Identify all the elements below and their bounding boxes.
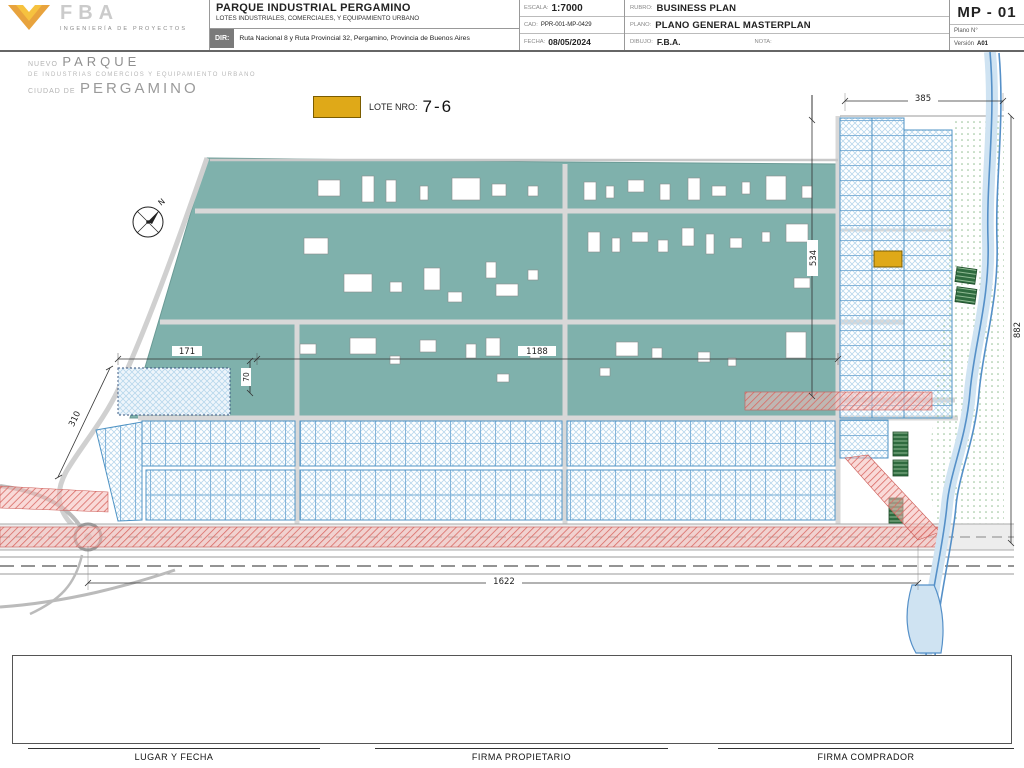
dim-534: 534: [809, 250, 819, 266]
logo-cell: FBA INGENIERÍA DE PROYECTOS: [0, 0, 210, 50]
dim-1188: 1188: [526, 347, 548, 357]
logo-brand: FBA: [60, 2, 120, 24]
sig-firma-comprador: FIRMA COMPRADOR: [718, 748, 1014, 762]
title-block: FBA INGENIERÍA DE PROYECTOS PARQUE INDUS…: [0, 0, 1024, 52]
watermark-parque: PARQUE: [62, 54, 141, 69]
legend: LOTE NRO: 7-6: [313, 96, 453, 118]
plano-value: PLANO GENERAL MASTERPLAN: [655, 19, 811, 31]
project-title: PARQUE INDUSTRIAL PERGAMINO: [216, 2, 411, 14]
dir-label: DIR:: [210, 29, 235, 48]
masterplan-drawing: 1622 385 534 882 171 1188 70 310 N: [0, 51, 1023, 655]
watermark-ciudad-de: CIUDAD DE: [28, 88, 76, 95]
rubro-label: RUBRO:: [630, 5, 653, 11]
dibujo-value: F.B.A.: [656, 37, 681, 47]
cad-value: PPR-001-MP-0429: [540, 22, 592, 28]
river-pond: [906, 584, 944, 654]
lot-blocks-south: [95, 420, 836, 522]
legend-label: LOTE NRO:: [369, 102, 418, 112]
industrial-area: [129, 157, 839, 419]
dir-value: Ruta Nacional 8 y Ruta Provincial 32, Pe…: [239, 35, 470, 42]
lot-color-swatch: [313, 96, 361, 118]
sheet-code-cell: MP - 01 Plano N° Versión A01: [950, 0, 1024, 50]
sig-lugar-fecha: LUGAR Y FECHA: [28, 748, 320, 762]
version-value: A01: [977, 41, 989, 47]
plano-number-label: Plano N°: [950, 24, 1024, 37]
dim-385: 385: [915, 94, 931, 104]
version-label: Versión: [954, 41, 975, 47]
fecha-label: FECHA:: [524, 39, 546, 45]
corner-lot-area: [117, 367, 231, 416]
sig-lugar-fecha-label: LUGAR Y FECHA: [134, 752, 214, 762]
dim-882: 882: [1013, 322, 1023, 338]
sig-firma-propietario-label: FIRMA PROPIETARIO: [471, 752, 572, 762]
fecha-value: 08/05/2024: [548, 37, 591, 47]
project-subtitle: LOTES INDUSTRIALES, COMERCIALES, Y EQUIP…: [216, 15, 420, 22]
plano-label: PLANO:: [630, 22, 652, 28]
project-watermark: NUEVO PARQUE DE INDUSTRIAS COMERCIOS Y E…: [28, 53, 256, 98]
dim-70: 70: [242, 372, 251, 382]
legend-lot-number: 7-6: [422, 97, 454, 116]
north-label: N: [157, 197, 167, 208]
dim-1622: 1622: [493, 577, 515, 587]
nota-label: NOTA:: [754, 39, 772, 45]
north-compass-icon: N: [132, 197, 167, 238]
sig-firma-propietario: FIRMA PROPIETARIO: [375, 748, 668, 762]
watermark-subtitle: DE INDUSTRIAS COMERCIOS Y EQUIPAMIENTO U…: [28, 72, 256, 78]
watermark-nuevo: NUEVO: [28, 61, 58, 68]
project-title-cell: PARQUE INDUSTRIAL PERGAMINO LOTES INDUST…: [210, 0, 520, 50]
logo-tagline: INGENIERÍA DE PROYECTOS: [60, 26, 188, 32]
rubro-value: BUSINESS PLAN: [656, 2, 737, 14]
scale-meta-cell: ESCALA: 1:7000 CAD: PPR-001-MP-0429 FECH…: [520, 0, 625, 50]
escala-label: ESCALA:: [524, 5, 549, 11]
sig-firma-comprador-label: FIRMA COMPRADOR: [817, 752, 915, 762]
watermark-pergamino: PERGAMINO: [79, 80, 199, 97]
highlighted-lot-7-6: [873, 250, 903, 268]
signature-box: [12, 655, 1012, 744]
cad-label: CAD:: [524, 22, 538, 28]
dim-171: 171: [179, 347, 195, 357]
dibujo-label: DIBUJO:: [630, 39, 653, 45]
sheet-code: MP - 01: [957, 3, 1017, 21]
dim-310: 310: [67, 410, 83, 429]
escala-value: 1:7000: [551, 2, 583, 14]
plan-meta-cell: RUBRO: BUSINESS PLAN PLANO: PLANO GENERA…: [625, 0, 950, 50]
company-logo-icon: [6, 3, 52, 33]
